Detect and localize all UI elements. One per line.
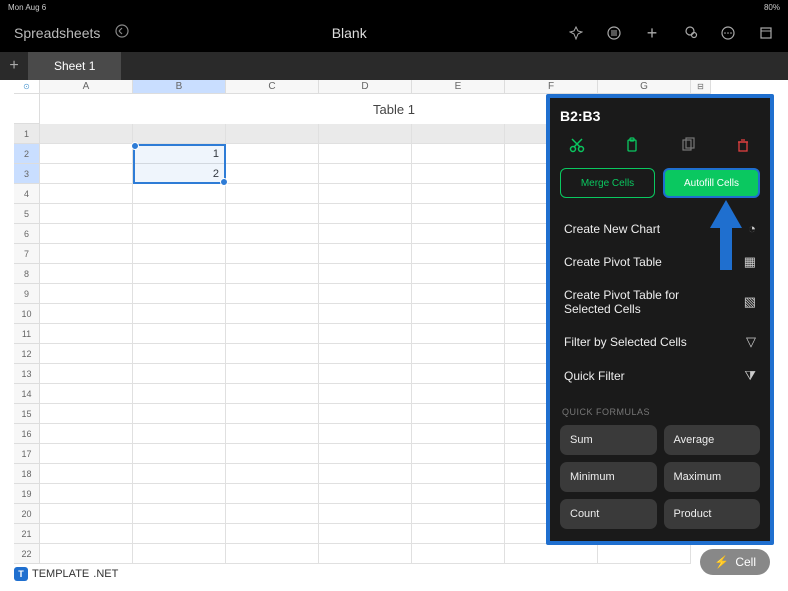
clock-icon: ◔ [748, 221, 756, 236]
quick-formulas-header: QUICK FORMULAS [562, 407, 760, 417]
merge-cells-button[interactable]: Merge Cells [560, 168, 655, 198]
autofill-cells-button[interactable]: Autofill Cells [663, 168, 760, 198]
col-header-d[interactable]: D [319, 80, 412, 94]
status-bar: Mon Aug 6 80% [0, 0, 788, 14]
col-header-b[interactable]: B [133, 80, 226, 94]
create-chart-item[interactable]: Create New Chart◔ [560, 212, 760, 245]
row-header-14[interactable]: 14 [14, 384, 40, 404]
filter-selected-item[interactable]: Filter by Selected Cells▽ [560, 325, 760, 359]
row-header-12[interactable]: 12 [14, 344, 40, 364]
row-header-3[interactable]: 3 [14, 164, 40, 184]
formula-product[interactable]: Product [664, 499, 761, 529]
cell-mode-pill[interactable]: ⚡ Cell [700, 549, 770, 575]
add-sheet-button[interactable]: + [0, 52, 28, 80]
pin-icon[interactable] [568, 25, 584, 41]
select-all-corner[interactable]: ⊙ [14, 80, 40, 94]
row-header-18[interactable]: 18 [14, 464, 40, 484]
col-header-f[interactable]: F [505, 80, 598, 94]
brand-logo-icon: T [14, 567, 28, 581]
row-header-13[interactable]: 13 [14, 364, 40, 384]
panel-action-list: Create New Chart◔ Create Pivot Table▦ Cr… [560, 212, 760, 393]
row-header-10[interactable]: 10 [14, 304, 40, 324]
row-header-21[interactable]: 21 [14, 524, 40, 544]
row-header-19[interactable]: 19 [14, 484, 40, 504]
row-header-6[interactable]: 6 [14, 224, 40, 244]
status-right: 80% [764, 3, 780, 12]
row-header-15[interactable]: 15 [14, 404, 40, 424]
col-header-a[interactable]: A [40, 80, 133, 94]
col-header-c[interactable]: C [226, 80, 319, 94]
column-headers: A B C D E F G ⊟ [40, 80, 774, 94]
row-header-8[interactable]: 8 [14, 264, 40, 284]
cut-icon[interactable] [566, 134, 588, 156]
formula-average[interactable]: Average [664, 425, 761, 455]
add-icon[interactable]: + [644, 25, 660, 41]
formula-minimum[interactable]: Minimum [560, 462, 657, 492]
context-panel: B2:B3 Merge Cells Autofill Cells Create … [546, 94, 774, 545]
quick-filter-item[interactable]: Quick Filter⧩ [560, 359, 760, 393]
create-pivot-item[interactable]: Create Pivot Table▦ [560, 245, 760, 279]
cell-b3[interactable]: 2 [133, 164, 226, 184]
filter-icon: ▽ [746, 334, 756, 350]
formula-grid: Sum Average Minimum Maximum Count Produc… [560, 425, 760, 529]
row-header-16[interactable]: 16 [14, 424, 40, 444]
row-header-17[interactable]: 17 [14, 444, 40, 464]
undo-icon[interactable] [114, 23, 130, 44]
sheet-tab[interactable]: Sheet 1 [28, 52, 121, 80]
tab-bar: + Sheet 1 [0, 52, 788, 80]
cell-b2[interactable]: 1 [133, 144, 226, 164]
paste-icon[interactable] [621, 134, 643, 156]
row-header-22[interactable]: 22 [14, 544, 40, 564]
selection-range-label: B2:B3 [560, 108, 760, 124]
row-header-20[interactable]: 20 [14, 504, 40, 524]
pivot-sel-icon: ▧ [744, 294, 756, 310]
row-header-9[interactable]: 9 [14, 284, 40, 304]
formula-maximum[interactable]: Maximum [664, 462, 761, 492]
more-icon[interactable] [720, 25, 736, 41]
create-pivot-selected-item[interactable]: Create Pivot Table for Selected Cells▧ [560, 279, 760, 325]
quick-filter-icon: ⧩ [744, 368, 756, 384]
row-headers: 1 2 3 4 5 6 7 8 9 10 11 12 13 14 15 16 1… [14, 94, 40, 564]
formula-count[interactable]: Count [560, 499, 657, 529]
col-header-g[interactable]: G [598, 80, 691, 94]
row-header-4[interactable]: 4 [14, 184, 40, 204]
trash-icon[interactable] [732, 134, 754, 156]
status-left: Mon Aug 6 [8, 3, 46, 12]
row-header-7[interactable]: 7 [14, 244, 40, 264]
row-header-1[interactable]: 1 [14, 124, 40, 144]
brush-icon[interactable] [682, 25, 698, 41]
lightning-icon: ⚡ [714, 555, 729, 569]
document-title: Blank [130, 25, 568, 41]
panel-icon[interactable] [758, 25, 774, 41]
col-header-more[interactable]: ⊟ [691, 80, 711, 94]
footer-brand: T TEMPLATE.NET [14, 567, 118, 581]
col-header-e[interactable]: E [412, 80, 505, 94]
top-toolbar: Spreadsheets Blank + [0, 14, 788, 52]
row-header-2[interactable]: 2 [14, 144, 40, 164]
pivot-icon: ▦ [744, 254, 756, 270]
row-header-11[interactable]: 11 [14, 324, 40, 344]
formula-sum[interactable]: Sum [560, 425, 657, 455]
circle-menu-icon[interactable] [606, 25, 622, 41]
copy-icon[interactable] [677, 134, 699, 156]
app-label[interactable]: Spreadsheets [14, 25, 100, 41]
row-header-5[interactable]: 5 [14, 204, 40, 224]
